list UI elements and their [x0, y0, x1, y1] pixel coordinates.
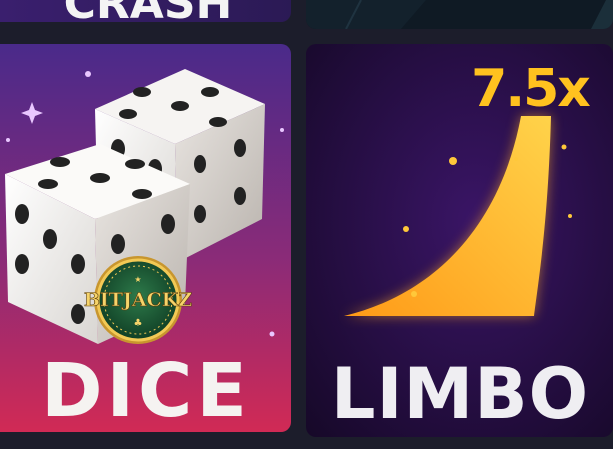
logo-text: BITJACKZ [84, 289, 192, 311]
dice-card-art: BITJACKZ ♣ ★ DICE [0, 44, 291, 432]
crash-game-card[interactable]: CRASH [0, 0, 291, 22]
top-right-card-art [306, 0, 613, 29]
limbo-game-card[interactable]: 7.5x LIMBO [306, 44, 613, 437]
top-right-game-card[interactable] [306, 0, 613, 29]
dice-game-card[interactable]: BITJACKZ ♣ ★ DICE [0, 44, 291, 432]
limbo-title: LIMBO [331, 353, 589, 435]
multiplier-label: 7.5x [471, 59, 590, 119]
dice-title: DICE [41, 348, 251, 432]
crash-title: CRASH [64, 0, 233, 22]
limbo-card-art: 7.5x LIMBO [306, 44, 613, 437]
svg-text:♣: ♣ [134, 318, 143, 329]
svg-text:★: ★ [134, 275, 141, 284]
crash-card-art: CRASH [0, 0, 291, 22]
